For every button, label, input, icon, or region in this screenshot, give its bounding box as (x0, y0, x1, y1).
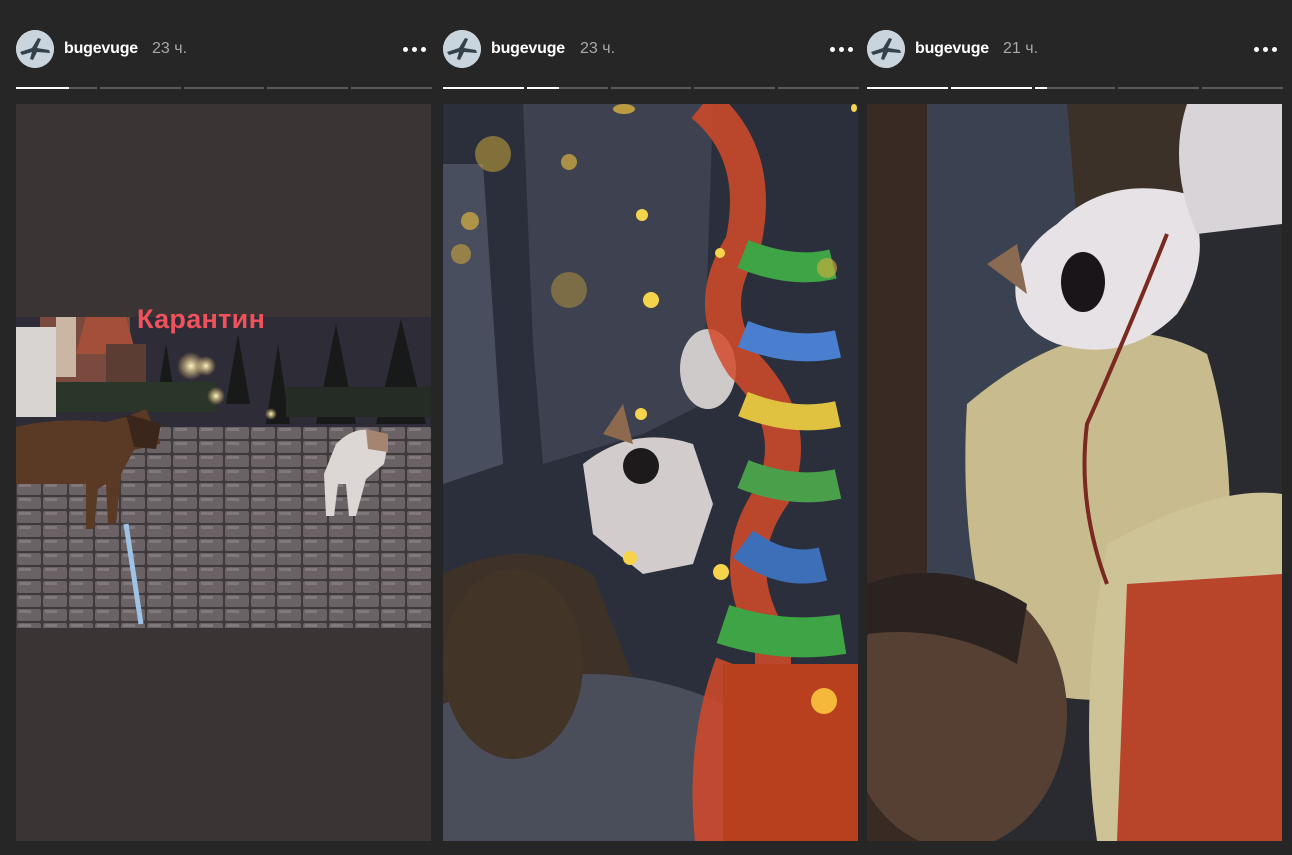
avatar[interactable] (867, 30, 905, 68)
more-options-button[interactable] (398, 36, 430, 62)
progress-segment-fill (1034, 87, 1047, 89)
progress-segment (778, 87, 859, 89)
more-options-button[interactable] (825, 36, 857, 62)
story-image (443, 104, 858, 841)
progress-segment (267, 87, 349, 89)
story-timestamp: 21 ч. (1003, 40, 1039, 57)
username[interactable]: bugevuge (491, 40, 565, 58)
story-header: bugevuge 23 ч. (16, 30, 432, 70)
progress-segment (1202, 87, 1283, 89)
story-card-1[interactable]: bugevuge 23 ч. Карантин (16, 0, 432, 855)
progress-segment-fill (867, 87, 948, 89)
plane-avatar-icon (16, 30, 54, 68)
progress-segment (183, 87, 265, 89)
progress-segment (1118, 87, 1200, 89)
progress-segment-fill (443, 87, 524, 89)
story-header: bugevuge 23 ч. (443, 30, 859, 70)
username[interactable]: bugevuge (915, 40, 989, 58)
progress-segment (610, 87, 692, 89)
avatar[interactable] (16, 30, 54, 68)
more-options-button[interactable] (1249, 36, 1281, 62)
story-image: Карантин (16, 104, 431, 841)
more-horizontal-icon (402, 46, 408, 52)
username[interactable]: bugevuge (64, 40, 138, 58)
story-image (867, 104, 1282, 841)
story-card-2[interactable]: bugevuge 23 ч. (443, 0, 859, 855)
story-timestamp: 23 ч. (152, 40, 188, 57)
progress-segment (950, 87, 1032, 89)
story-timestamp: 23 ч. (580, 40, 616, 57)
progress-segment-fill (526, 87, 560, 89)
story-caption: Карантин (137, 304, 266, 334)
progress-segment (867, 87, 948, 89)
progress-segment (694, 87, 776, 89)
more-horizontal-icon (1253, 46, 1259, 52)
progress-segment (526, 87, 608, 89)
progress-segment (1034, 87, 1116, 89)
progress-segment (16, 87, 97, 89)
plane-avatar-icon (443, 30, 481, 68)
avatar[interactable] (443, 30, 481, 68)
story-progress-bar (443, 87, 859, 89)
progress-segment-fill (950, 87, 1032, 89)
story-progress-bar (16, 87, 432, 89)
story-card-3[interactable]: bugevuge 21 ч. (867, 0, 1283, 855)
story-progress-bar (867, 87, 1283, 89)
more-horizontal-icon (829, 46, 835, 52)
progress-segment (99, 87, 181, 89)
progress-segment (351, 87, 432, 89)
progress-segment-fill (16, 87, 69, 89)
plane-avatar-icon (867, 30, 905, 68)
story-header: bugevuge 21 ч. (867, 30, 1283, 70)
progress-segment (443, 87, 524, 89)
